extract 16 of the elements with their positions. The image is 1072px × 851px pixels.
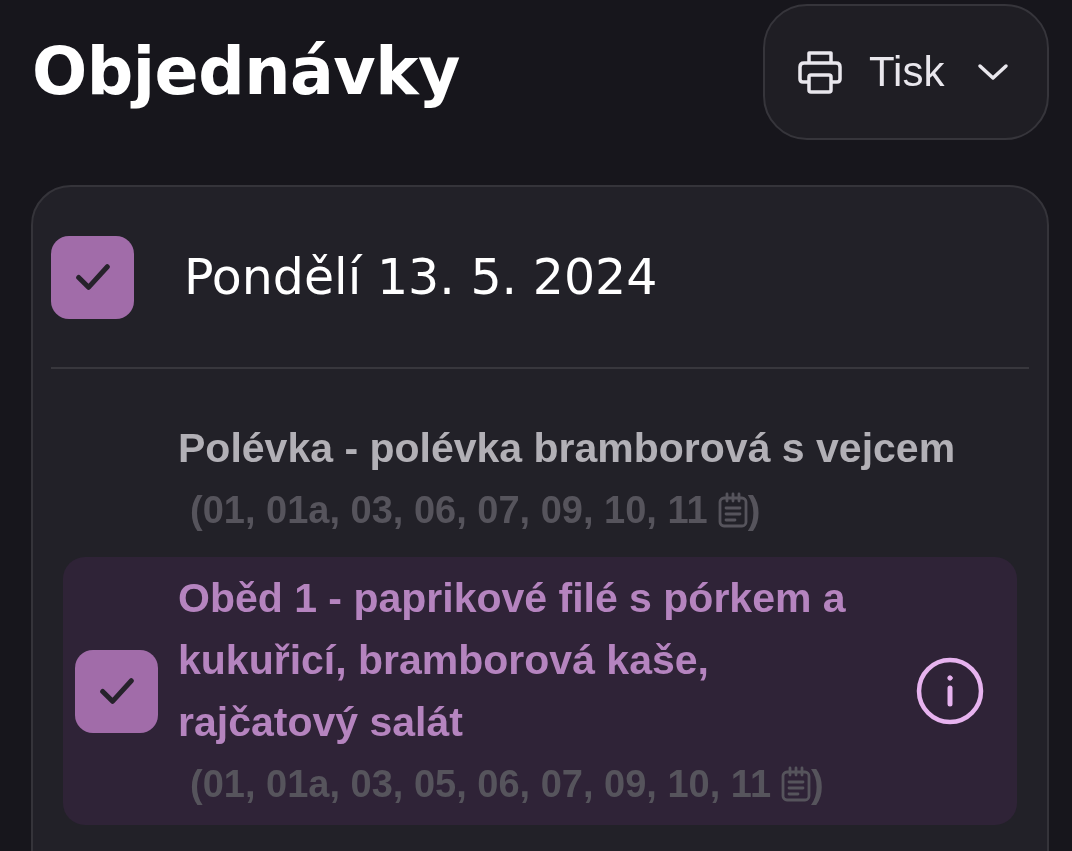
closing-paren: ) <box>747 488 761 533</box>
meal-checkbox[interactable] <box>75 649 158 733</box>
check-icon <box>75 264 110 291</box>
page-title: Objednávky <box>32 33 460 109</box>
check-icon <box>99 677 134 705</box>
meal-name: Oběd 1 - paprikové filé s pórkem a kukuřicí, bramborová kaše, rajčatový salát <box>178 574 847 747</box>
day-date: Pondělí 13. 5. 2024 <box>184 249 658 306</box>
day-checkbox[interactable] <box>51 236 134 319</box>
notepad-icon <box>717 492 748 528</box>
notepad-icon <box>781 766 812 802</box>
closing-paren: ) <box>811 762 824 807</box>
print-button[interactable]: Tisk <box>763 4 1049 140</box>
printer-icon <box>797 49 843 95</box>
caret-icon <box>977 62 1009 82</box>
meal-name: Polévka - polévka bramborová s vejcem <box>178 424 956 473</box>
info-icon[interactable] <box>916 657 984 725</box>
